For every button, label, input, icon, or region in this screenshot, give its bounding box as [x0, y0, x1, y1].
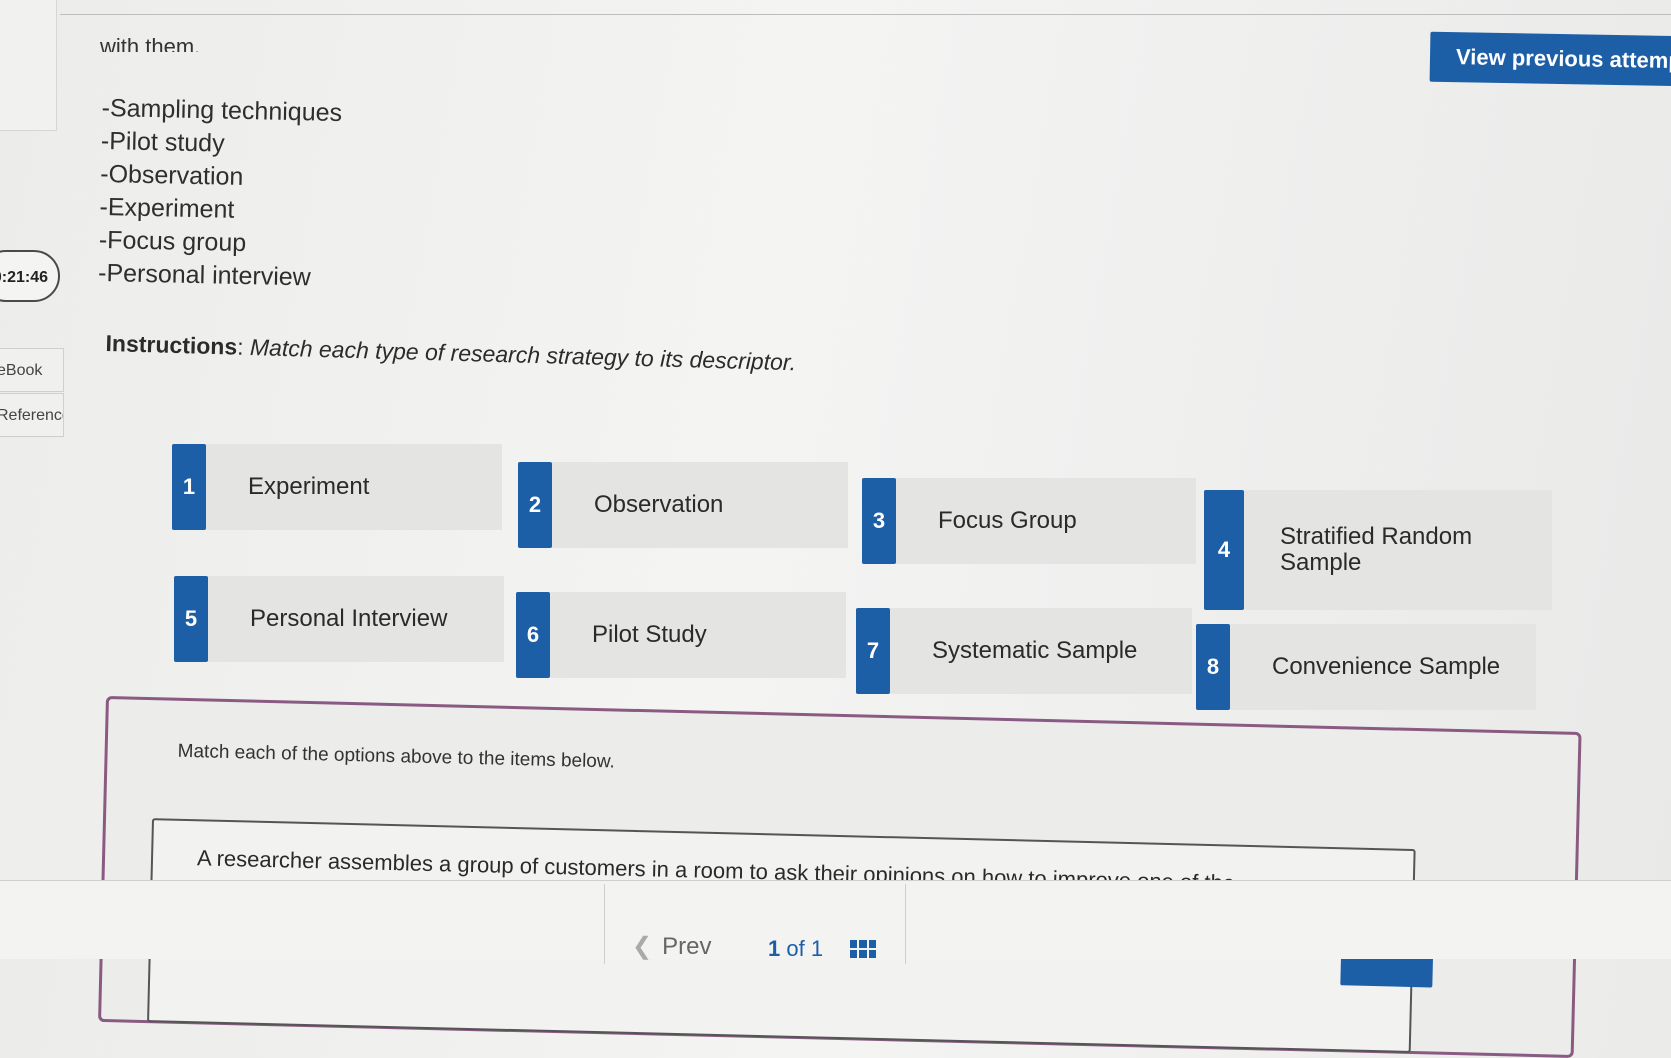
option-number: 5	[174, 576, 208, 662]
timer-badge: 0:21:46	[0, 250, 60, 302]
option-number: 2	[518, 462, 552, 548]
question-text-cut: with them.	[100, 34, 201, 52]
option-label: Convenience Sample	[1272, 653, 1501, 680]
match-prompt: Match each of the options above to the i…	[177, 740, 616, 773]
references-link[interactable]: References	[0, 393, 64, 437]
view-previous-attempt-button[interactable]: View previous attempt	[1429, 31, 1671, 87]
strategy-item: -Observation	[99, 159, 244, 191]
chevron-left-icon: ❮	[632, 933, 653, 960]
option-number: 4	[1204, 490, 1244, 610]
option-card-stratified-random-sample[interactable]: 4 Stratified Random Sample	[1204, 490, 1552, 610]
option-card-personal-interview[interactable]: 5 Personal Interview	[174, 576, 504, 662]
strategy-item: -Pilot study	[100, 126, 225, 158]
page-of: of	[786, 936, 805, 961]
prev-button[interactable]: ❮ Prev	[632, 932, 711, 961]
option-label: Experiment	[248, 473, 370, 500]
ebook-link[interactable]: eBook	[0, 348, 64, 392]
instructions: Instructions: Match each type of researc…	[105, 330, 797, 376]
option-number: 3	[862, 478, 896, 564]
instructions-label: Instructions	[105, 330, 238, 360]
option-card-focus-group[interactable]: 3 Focus Group	[862, 478, 1196, 564]
strategy-item: -Experiment	[99, 192, 235, 224]
strategy-item: -Sampling techniques	[101, 93, 343, 128]
strategy-list: -Sampling techniques -Pilot study -Obser…	[98, 92, 343, 295]
grid-icon[interactable]	[850, 940, 876, 958]
option-card-convenience-sample[interactable]: 8 Convenience Sample	[1196, 624, 1536, 710]
option-label: Stratified Random Sample	[1280, 523, 1473, 576]
option-card-systematic-sample[interactable]: 7 Systematic Sample	[856, 608, 1192, 694]
option-card-experiment[interactable]: 1 Experiment	[172, 444, 502, 530]
option-label: Focus Group	[938, 507, 1077, 534]
strategy-item: -Focus group	[98, 225, 247, 258]
match-area: Match each of the options above to the i…	[98, 696, 1582, 1058]
page-current: 1	[768, 936, 781, 961]
strategy-item: -Personal interview	[97, 258, 312, 292]
prev-label: Prev	[662, 933, 712, 960]
page-total: 1	[810, 936, 824, 961]
option-number: 7	[856, 608, 890, 694]
top-divider	[60, 0, 1671, 15]
option-number: 1	[172, 444, 206, 530]
option-card-observation[interactable]: 2 Observation	[518, 462, 848, 548]
option-label: Pilot Study	[592, 621, 707, 648]
instructions-text: Match each type of research strategy to …	[249, 334, 797, 376]
option-number: 8	[1196, 624, 1230, 710]
option-label: Observation	[594, 491, 724, 518]
option-label: Personal Interview	[250, 605, 448, 632]
option-number: 6	[516, 592, 550, 678]
option-label: Systematic Sample	[932, 637, 1138, 664]
left-panel	[0, 0, 57, 131]
page-indicator: 1 of 1	[768, 936, 823, 962]
option-card-pilot-study[interactable]: 6 Pilot Study	[516, 592, 846, 678]
